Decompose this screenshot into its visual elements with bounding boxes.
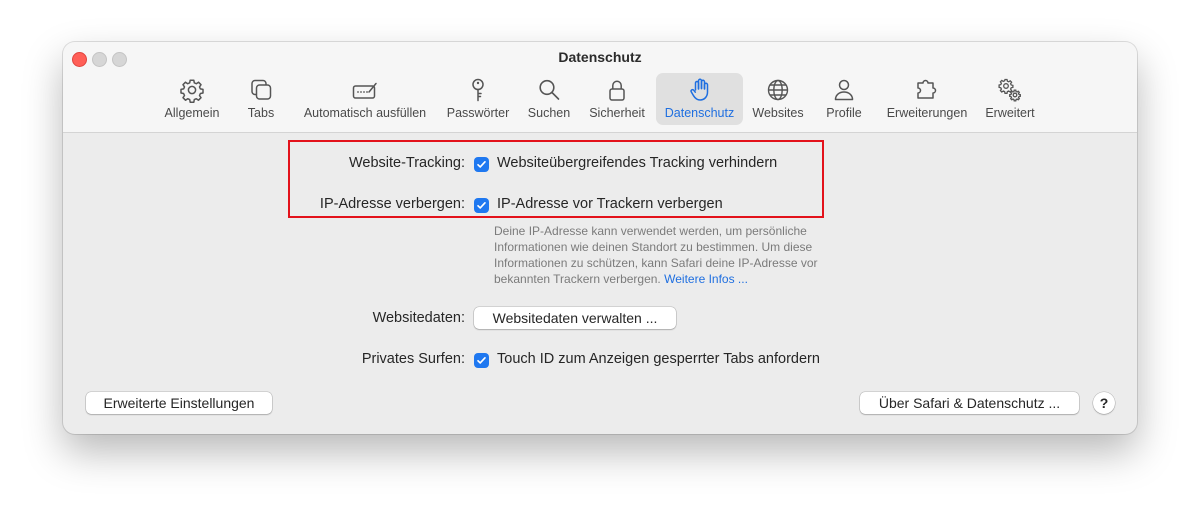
private-browsing-label: Privates Surfen: [361,351,465,367]
tab-label: Allgemein [164,106,220,120]
hand-icon [687,77,713,103]
preferences-window: Datenschutz Allgemein Tabs Automatisch a… [63,42,1137,434]
tab-label: Datenschutz [664,106,735,120]
hide-ip-description: Deine IP-Adresse kann verwendet werden, … [494,223,818,287]
gears-icon [997,77,1023,103]
advanced-settings-button[interactable]: Erweiterte Einstellungen [86,392,272,414]
search-icon [536,77,562,103]
website-data-label: Websitedaten: [372,310,465,326]
window-title: Datenschutz [558,49,642,65]
touch-id-checkbox[interactable] [474,353,489,368]
annotation-highlight-box [288,140,824,218]
tab-label: Sicherheit [589,106,645,120]
touch-id-checkbox-label[interactable]: Touch ID zum Anzeigen gesperrter Tabs an… [497,351,820,367]
key-icon [465,77,491,103]
tab-profile[interactable]: Profile [820,73,868,125]
tab-automatisch-ausfuellen[interactable]: Automatisch ausfüllen [296,73,434,125]
tab-datenschutz[interactable]: Datenschutz [656,73,743,125]
description-line: Informationen wie deinen Standort zu bes… [494,240,813,254]
help-button[interactable]: ? [1093,392,1115,414]
toolbar: Datenschutz Allgemein Tabs Automatisch a… [63,42,1137,133]
tab-suchen[interactable]: Suchen [523,73,575,125]
description-line: Deine IP-Adresse kann verwendet werden, … [494,224,807,238]
manage-website-data-button[interactable]: Websitedaten verwalten ... [474,307,676,329]
checkmark-icon [477,357,486,364]
tab-tabs[interactable]: Tabs [239,73,283,125]
tab-erweiterungen[interactable]: Erweiterungen [879,73,975,125]
tab-label: Erweiterungen [886,106,968,120]
autofill-icon [352,77,378,103]
tab-label: Profile [826,106,862,120]
tab-label: Websites [752,106,804,120]
tab-websites[interactable]: Websites [748,73,808,125]
about-safari-privacy-button[interactable]: Über Safari & Datenschutz ... [860,392,1079,414]
lock-icon [604,77,630,103]
tab-sicherheit[interactable]: Sicherheit [584,73,650,125]
tabs-icon [248,77,274,103]
person-icon [831,77,857,103]
tab-label: Suchen [527,106,571,120]
tab-label: Automatisch ausfüllen [303,106,427,120]
globe-icon [765,77,791,103]
tab-label: Erweitert [985,106,1035,120]
tab-label: Tabs [247,106,275,120]
tab-erweitert[interactable]: Erweitert [979,73,1041,125]
description-line: bekannten Trackern verbergen. Weitere In… [494,271,818,287]
puzzle-icon [914,77,940,103]
description-line: Informationen zu schützen, kann Safari d… [494,256,818,270]
tab-passwoerter[interactable]: Passwörter [441,73,515,125]
tab-allgemein[interactable]: Allgemein [159,73,225,125]
tab-label: Passwörter [446,106,510,120]
gear-icon [179,77,205,103]
description-line-text: bekannten Trackern verbergen. [494,272,661,286]
more-info-link[interactable]: Weitere Infos ... [664,272,748,286]
